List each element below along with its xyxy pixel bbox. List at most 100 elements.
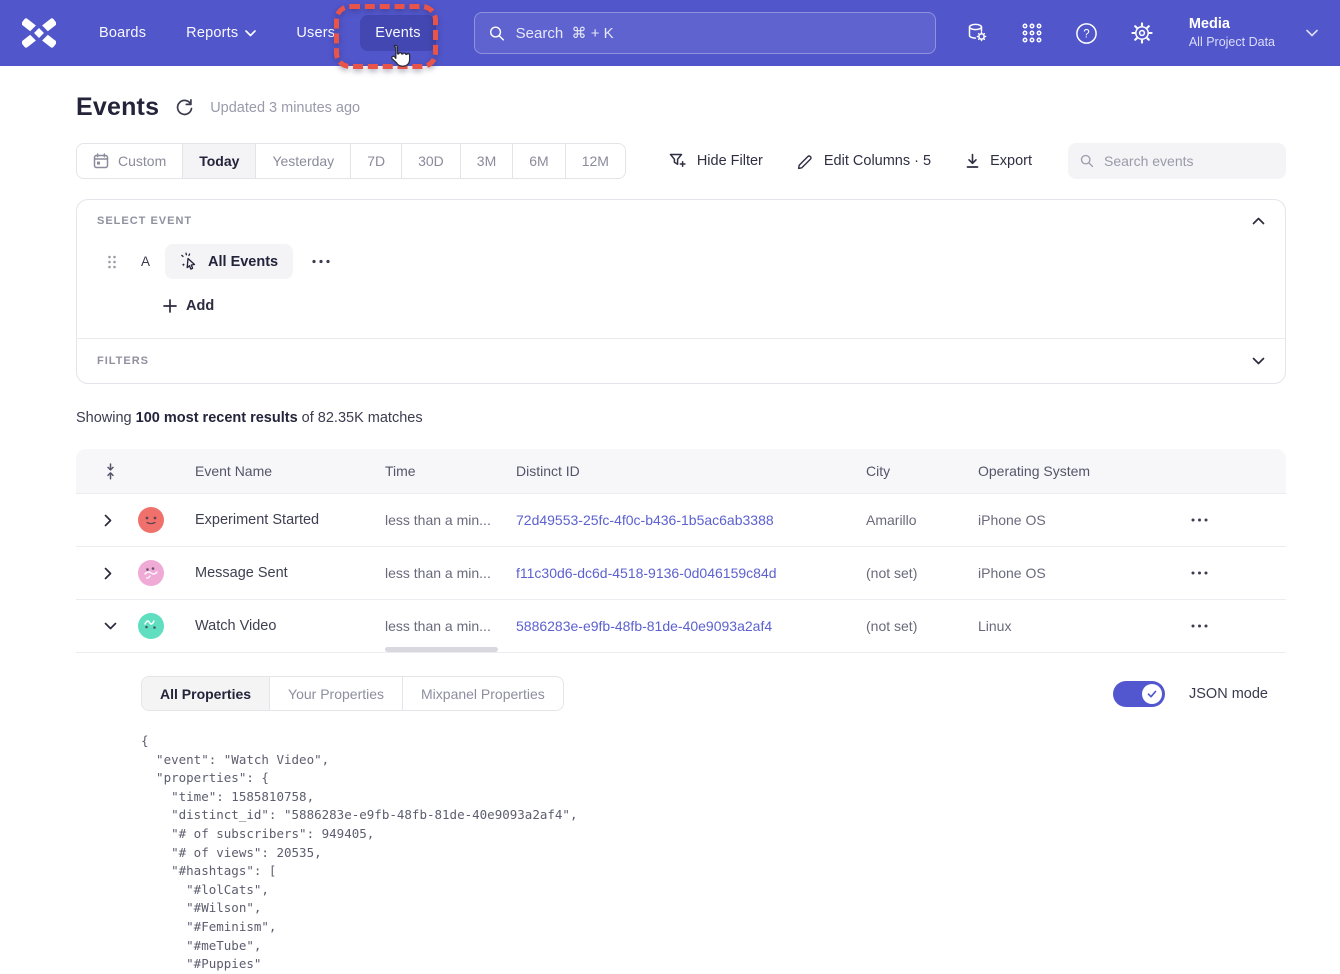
event-selector-label: All Events [208,254,278,270]
expand-row-button[interactable] [76,567,120,580]
nav-item-events[interactable]: Events [360,15,436,51]
refresh-icon [175,98,194,117]
hide-filter-label: Hide Filter [697,153,763,169]
apps-grid-icon[interactable] [1019,20,1045,46]
event-os: iPhone OS [961,512,1171,528]
expand-filters-button[interactable] [1252,357,1265,365]
event-name: Message Sent [178,565,368,581]
drag-handle-icon[interactable] [107,255,117,269]
event-city: (not set) [849,618,961,634]
nav-item-reports[interactable]: Reports [171,15,271,51]
event-avatar [138,613,164,639]
event-time: less than a min... [368,618,499,634]
chevron-right-icon [104,514,112,527]
export-button[interactable]: Export [965,153,1032,169]
calendar-icon [93,153,109,169]
chevron-down-icon [245,30,256,37]
row-more-options-button[interactable] [1171,624,1286,628]
expand-row-button[interactable] [76,514,120,527]
column-header-city[interactable]: City [849,463,961,479]
sort-arrows-icon [104,463,117,480]
search-icon [1080,153,1094,169]
export-label: Export [990,153,1032,169]
table-row: Message Sent less than a min... f11c30d6… [76,547,1286,600]
distinct-id-link[interactable]: 5886283e-e9fb-48fb-81de-40e9093a2af4 [499,618,849,634]
date-range-today[interactable]: Today [183,144,256,178]
event-os: Linux [961,618,1171,634]
page-title: Events [76,93,159,122]
data-management-icon[interactable] [964,20,990,46]
row-more-options-button[interactable] [1171,518,1286,522]
event-city: (not set) [849,565,961,581]
mixpanel-logo-icon[interactable] [22,18,56,48]
distinct-id-link[interactable]: 72d49553-25fc-4f0c-b436-1b5ac6ab3388 [499,512,849,528]
search-events-box[interactable] [1068,143,1286,179]
click-sparkle-icon [180,252,199,271]
date-range-yesterday[interactable]: Yesterday [256,144,351,178]
horizontal-scrollbar[interactable] [385,647,498,652]
project-scope: All Project Data [1189,34,1275,50]
tab-mixpanel-properties[interactable]: Mixpanel Properties [403,677,563,710]
top-nav: Boards Reports Users Events [0,0,1340,66]
date-range-6m[interactable]: 6M [513,144,565,178]
ellipsis-icon [311,259,331,264]
date-range-30d[interactable]: 30D [402,144,461,178]
date-range-3m[interactable]: 3M [461,144,513,178]
table-header: Event Name Time Distinct ID City Operati… [76,449,1286,494]
refresh-button[interactable] [175,98,194,117]
table-row: Experiment Started less than a min... 72… [76,494,1286,547]
column-header-distinct-id[interactable]: Distinct ID [499,463,849,479]
event-selector-chip[interactable]: All Events [165,244,293,279]
toggle-knob [1142,684,1162,704]
event-more-options-button[interactable] [311,259,331,264]
global-search-input[interactable] [516,25,921,42]
column-header-time[interactable]: Time [368,463,499,479]
nav-item-boards[interactable]: Boards [84,15,161,51]
funnel-plus-icon [669,153,687,170]
date-range-custom[interactable]: Custom [77,144,183,178]
events-page: Events Updated 3 minutes ago Custom Toda… [0,93,1340,974]
date-range-12m[interactable]: 12M [566,144,625,178]
settings-gear-icon[interactable] [1129,20,1155,46]
date-range-7d[interactable]: 7D [351,144,402,178]
project-selector[interactable]: Media All Project Data [1189,15,1275,50]
hide-filter-button[interactable]: Hide Filter [669,153,763,170]
event-json-viewer: { "event": "Watch Video", "properties": … [141,732,1268,974]
nav-item-reports-label: Reports [186,25,238,41]
ellipsis-icon [1191,571,1208,575]
svg-text:?: ? [1084,28,1090,40]
row-more-options-button[interactable] [1171,571,1286,575]
column-header-os[interactable]: Operating System [961,463,1171,479]
json-mode-toggle[interactable] [1113,681,1165,707]
ellipsis-icon [1191,518,1208,522]
event-city: Amarillo [849,512,961,528]
event-avatar [138,560,164,586]
edit-columns-button[interactable]: Edit Columns · 5 [797,153,931,170]
ellipsis-icon [1191,624,1208,628]
plus-icon [163,299,177,313]
distinct-id-link[interactable]: f11c30d6-dc6d-4518-9136-0d046159c84d [499,565,849,581]
collapse-row-button[interactable] [76,622,120,630]
tab-all-properties[interactable]: All Properties [142,677,270,710]
collapse-section-button[interactable] [1252,217,1265,225]
global-search[interactable] [474,12,936,54]
event-avatar [138,507,164,533]
properties-tabs: All Properties Your Properties Mixpanel … [141,676,564,711]
search-icon [489,25,505,42]
add-event-button[interactable]: Add [163,298,214,314]
chevron-right-icon [104,567,112,580]
edit-columns-label: Edit Columns · 5 [824,153,931,169]
tab-your-properties[interactable]: Your Properties [270,677,403,710]
help-icon[interactable]: ? [1074,20,1100,46]
results-summary-highlight: 100 most recent results [136,410,298,426]
event-name: Watch Video [178,618,368,634]
chevron-up-icon [1252,217,1265,225]
nav-item-users[interactable]: Users [281,15,350,51]
updated-timestamp: Updated 3 minutes ago [210,100,360,116]
column-header-event-name[interactable]: Event Name [178,463,368,479]
project-name: Media [1189,15,1275,34]
search-events-input[interactable] [1104,153,1274,169]
results-summary: Showing 100 most recent results of 82.35… [76,410,1286,426]
sort-order-button[interactable] [76,463,120,480]
event-detail-panel: All Properties Your Properties Mixpanel … [76,653,1286,974]
